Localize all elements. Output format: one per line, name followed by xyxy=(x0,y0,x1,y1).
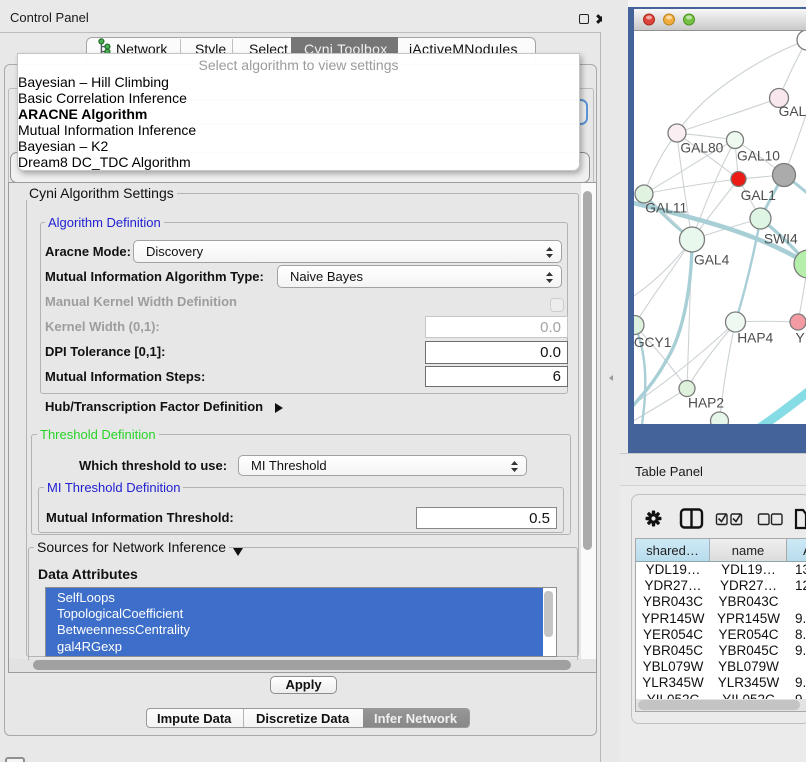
svg-text:SWI4: SWI4 xyxy=(764,231,798,246)
svg-text:HAP4: HAP4 xyxy=(737,331,773,346)
svg-text:GAL1: GAL1 xyxy=(741,188,776,203)
svg-text:GAL10: GAL10 xyxy=(737,149,780,164)
svg-text:GAL80: GAL80 xyxy=(680,140,723,155)
svg-text:GAL11: GAL11 xyxy=(645,200,687,215)
svg-text:GCY1: GCY1 xyxy=(634,335,671,350)
svg-text:HAP2: HAP2 xyxy=(688,396,724,411)
svg-text:GAL7: GAL7 xyxy=(779,104,806,119)
svg-text:GAL4: GAL4 xyxy=(694,253,730,268)
svg-text:Y: Y xyxy=(796,331,805,346)
